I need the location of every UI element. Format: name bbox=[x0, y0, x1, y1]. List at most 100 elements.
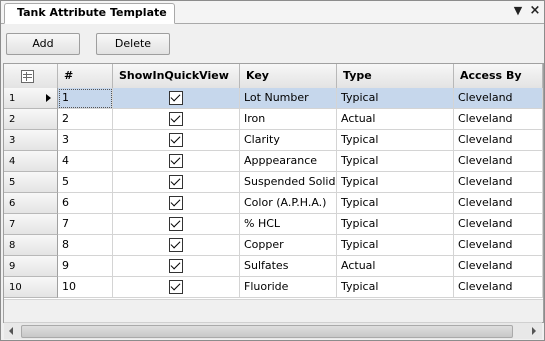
cell-access-by[interactable]: Cleveland bbox=[454, 130, 543, 151]
show-in-quick-view-checkbox[interactable] bbox=[169, 133, 183, 147]
cell-number[interactable]: 10 bbox=[58, 277, 113, 298]
cell-access-by[interactable]: Cleveland bbox=[454, 214, 543, 235]
attribute-grid[interactable]: # ShowInQuickView Key Type Access By 1 1 L… bbox=[3, 63, 544, 323]
tab-tank-attribute-template[interactable]: Tank Attribute Template bbox=[4, 3, 175, 24]
cell-showinquickview[interactable] bbox=[113, 130, 240, 151]
cell-type[interactable]: Typical bbox=[337, 193, 454, 214]
row-header[interactable]: 2 bbox=[4, 109, 58, 130]
table-row[interactable]: 7 7 % HCL Typical Cleveland bbox=[4, 214, 543, 235]
cell-access-by[interactable]: Cleveland bbox=[454, 193, 543, 214]
column-chooser-icon[interactable] bbox=[21, 70, 34, 83]
cell-access-by[interactable]: Cleveland bbox=[454, 172, 543, 193]
tab-strip: Tank Attribute Template ▼ × bbox=[1, 1, 544, 24]
row-header-number: 6 bbox=[9, 198, 16, 209]
tab-menu-dropdown-icon[interactable]: ▼ bbox=[511, 4, 525, 18]
cell-showinquickview[interactable] bbox=[113, 151, 240, 172]
cell-key[interactable]: Apppearance bbox=[240, 151, 337, 172]
table-row[interactable]: 8 8 Copper Typical Cleveland bbox=[4, 235, 543, 256]
row-header[interactable]: 9 bbox=[4, 256, 58, 277]
row-header[interactable]: 8 bbox=[4, 235, 58, 256]
cell-type[interactable]: Typical bbox=[337, 235, 454, 256]
row-header[interactable]: 1 bbox=[4, 88, 58, 109]
cell-showinquickview[interactable] bbox=[113, 214, 240, 235]
cell-key[interactable]: Clarity bbox=[240, 130, 337, 151]
cell-access-by[interactable]: Cleveland bbox=[454, 277, 543, 298]
row-header[interactable]: 7 bbox=[4, 214, 58, 235]
cell-key[interactable]: Lot Number bbox=[240, 88, 337, 109]
row-header[interactable]: 5 bbox=[4, 172, 58, 193]
cell-showinquickview[interactable] bbox=[113, 172, 240, 193]
cell-number[interactable]: 1 bbox=[58, 88, 113, 109]
show-in-quick-view-checkbox[interactable] bbox=[169, 259, 183, 273]
show-in-quick-view-checkbox[interactable] bbox=[169, 238, 183, 252]
cell-number[interactable]: 5 bbox=[58, 172, 113, 193]
column-header-number[interactable]: # bbox=[58, 64, 113, 88]
cell-number[interactable]: 8 bbox=[58, 235, 113, 256]
show-in-quick-view-checkbox[interactable] bbox=[169, 175, 183, 189]
close-icon[interactable]: × bbox=[528, 4, 542, 18]
cell-access-by[interactable]: Cleveland bbox=[454, 151, 543, 172]
column-header-showinquickview[interactable]: ShowInQuickView bbox=[113, 64, 240, 88]
show-in-quick-view-checkbox[interactable] bbox=[169, 217, 183, 231]
grid-corner-chooser[interactable] bbox=[4, 64, 58, 88]
cell-type[interactable]: Typical bbox=[337, 277, 454, 298]
cell-number[interactable]: 2 bbox=[58, 109, 113, 130]
table-row[interactable]: 10 10 Fluoride Typical Cleveland bbox=[4, 277, 543, 298]
cell-number[interactable]: 4 bbox=[58, 151, 113, 172]
cell-showinquickview[interactable] bbox=[113, 88, 240, 109]
cell-number[interactable]: 9 bbox=[58, 256, 113, 277]
table-row[interactable]: 5 5 Suspended Solids Typical Cleveland bbox=[4, 172, 543, 193]
cell-key[interactable]: Iron bbox=[240, 109, 337, 130]
column-header-key[interactable]: Key bbox=[240, 64, 337, 88]
delete-button[interactable]: Delete bbox=[96, 33, 170, 55]
scrollbar-thumb[interactable] bbox=[21, 325, 513, 338]
cell-key[interactable]: % HCL bbox=[240, 214, 337, 235]
table-row[interactable]: 3 3 Clarity Typical Cleveland bbox=[4, 130, 543, 151]
toolbar: Add Delete bbox=[1, 24, 544, 60]
cell-type[interactable]: Typical bbox=[337, 88, 454, 109]
scroll-left-icon[interactable] bbox=[5, 324, 19, 338]
cell-type[interactable]: Typical bbox=[337, 172, 454, 193]
table-row[interactable]: 6 6 Color (A.P.H.A.) Typical Cleveland bbox=[4, 193, 543, 214]
cell-showinquickview[interactable] bbox=[113, 256, 240, 277]
cell-showinquickview[interactable] bbox=[113, 277, 240, 298]
cell-showinquickview[interactable] bbox=[113, 193, 240, 214]
cell-access-by[interactable]: Cleveland bbox=[454, 256, 543, 277]
cell-number[interactable]: 7 bbox=[58, 214, 113, 235]
cell-access-by[interactable]: Cleveland bbox=[454, 109, 543, 130]
show-in-quick-view-checkbox[interactable] bbox=[169, 280, 183, 294]
table-row[interactable]: 4 4 Apppearance Typical Cleveland bbox=[4, 151, 543, 172]
table-row[interactable]: 1 1 Lot Number Typical Cleveland bbox=[4, 88, 543, 109]
cell-key[interactable]: Copper bbox=[240, 235, 337, 256]
cell-type[interactable]: Actual bbox=[337, 109, 454, 130]
cell-showinquickview[interactable] bbox=[113, 235, 240, 256]
cell-number[interactable]: 6 bbox=[58, 193, 113, 214]
cell-number[interactable]: 3 bbox=[58, 130, 113, 151]
cell-key[interactable]: Suspended Solids bbox=[240, 172, 337, 193]
column-header-type[interactable]: Type bbox=[337, 64, 454, 88]
cell-access-by[interactable]: Cleveland bbox=[454, 235, 543, 256]
add-button[interactable]: Add bbox=[6, 33, 80, 55]
table-row[interactable]: 2 2 Iron Actual Cleveland bbox=[4, 109, 543, 130]
show-in-quick-view-checkbox[interactable] bbox=[169, 91, 183, 105]
cell-key[interactable]: Sulfates bbox=[240, 256, 337, 277]
row-header[interactable]: 3 bbox=[4, 130, 58, 151]
cell-type[interactable]: Typical bbox=[337, 130, 454, 151]
horizontal-scrollbar[interactable] bbox=[4, 322, 542, 339]
table-row[interactable]: 9 9 Sulfates Actual Cleveland bbox=[4, 256, 543, 277]
show-in-quick-view-checkbox[interactable] bbox=[169, 112, 183, 126]
cell-type[interactable]: Actual bbox=[337, 256, 454, 277]
show-in-quick-view-checkbox[interactable] bbox=[169, 196, 183, 210]
scroll-right-icon[interactable] bbox=[527, 324, 541, 338]
cell-showinquickview[interactable] bbox=[113, 109, 240, 130]
show-in-quick-view-checkbox[interactable] bbox=[169, 154, 183, 168]
row-header[interactable]: 10 bbox=[4, 277, 58, 298]
cell-access-by[interactable]: Cleveland bbox=[454, 88, 543, 109]
row-header[interactable]: 6 bbox=[4, 193, 58, 214]
cell-type[interactable]: Typical bbox=[337, 151, 454, 172]
cell-type[interactable]: Typical bbox=[337, 214, 454, 235]
row-header[interactable]: 4 bbox=[4, 151, 58, 172]
cell-key[interactable]: Fluoride bbox=[240, 277, 337, 298]
column-header-access-by[interactable]: Access By bbox=[454, 64, 543, 88]
cell-key[interactable]: Color (A.P.H.A.) bbox=[240, 193, 337, 214]
